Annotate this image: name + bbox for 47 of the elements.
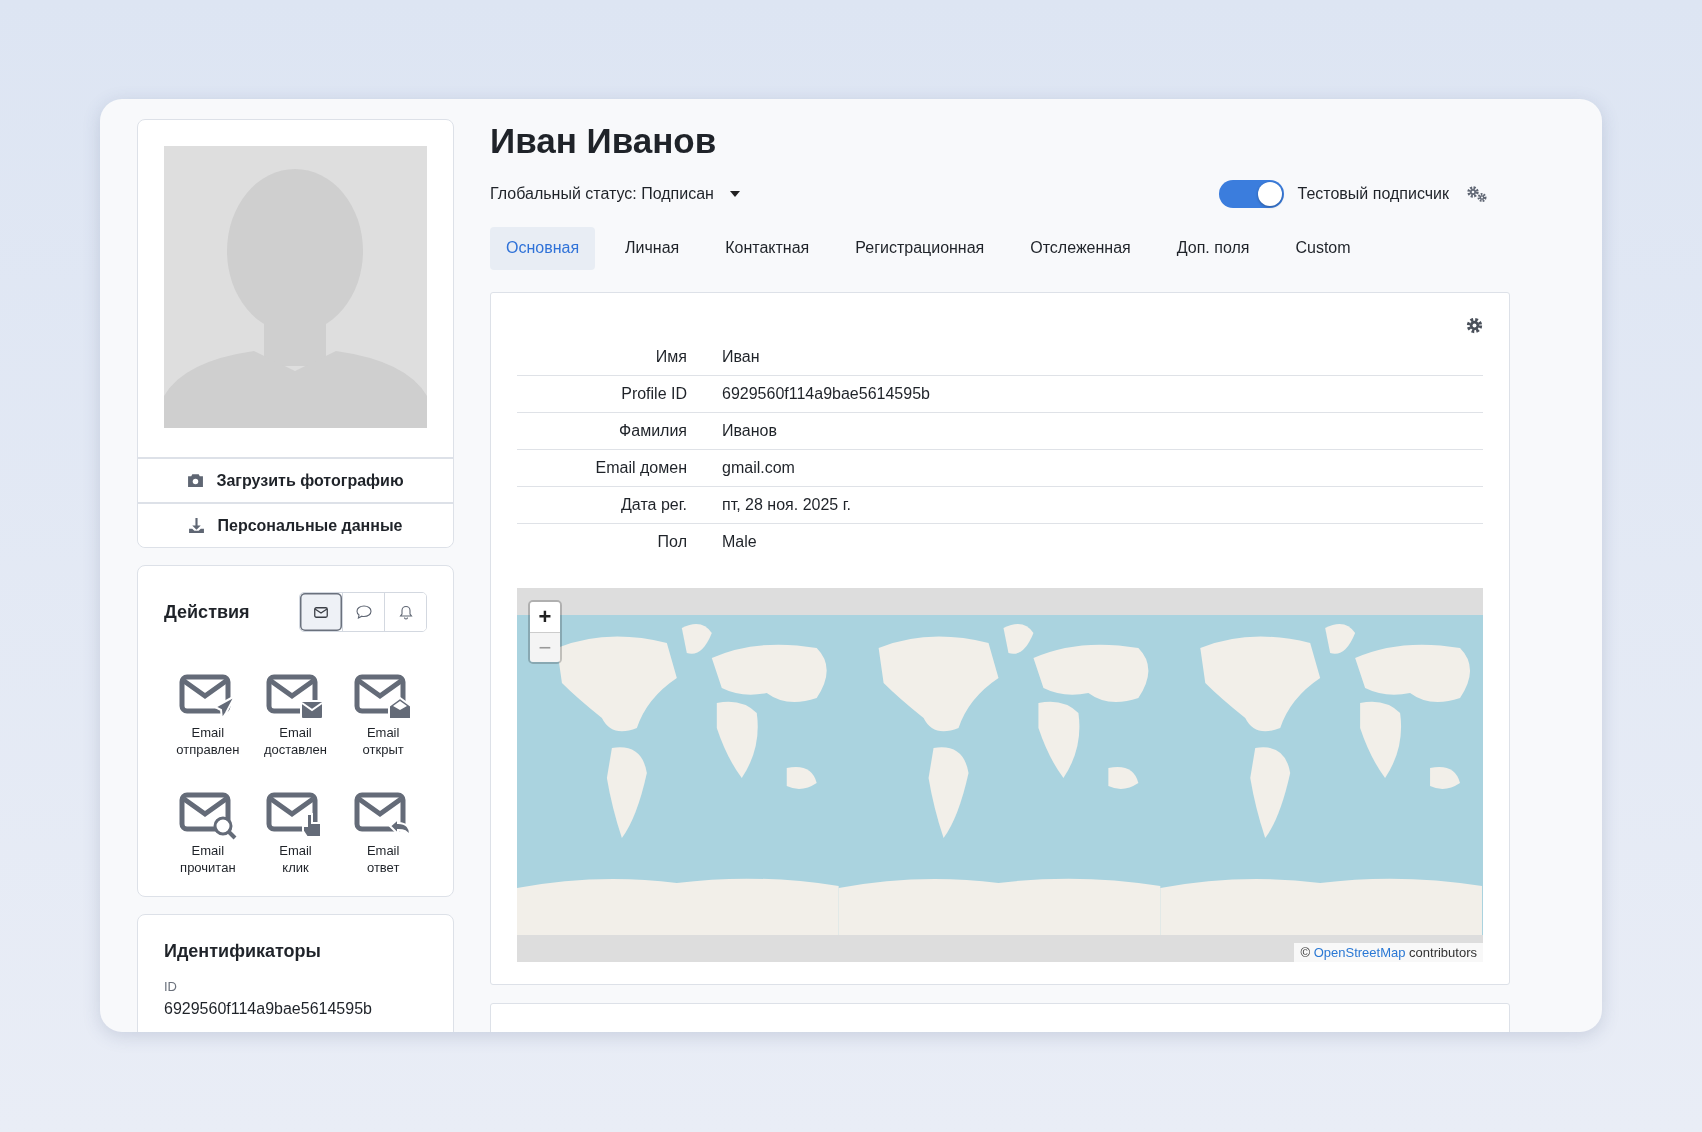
profile-name: Иван Иванов: [490, 120, 718, 162]
field-value: пт, 28 ноя. 2025 г.: [722, 496, 851, 514]
tab[interactable]: Доп. поля: [1160, 227, 1266, 270]
caret-icon: [729, 191, 740, 197]
tab[interactable]: Основная: [490, 227, 596, 270]
tab[interactable]: Отслеженная: [1014, 227, 1147, 270]
field-label: Пол: [656, 533, 687, 551]
action-label: Email ответ: [366, 842, 400, 876]
action-label: Email прочитан: [180, 842, 236, 876]
field-label: Имя: [654, 348, 687, 366]
field-value: Male: [722, 533, 757, 551]
field-value: Иван: [722, 348, 760, 366]
identifiers-title: Идентификаторы: [164, 941, 322, 962]
field-label: Email домен: [594, 459, 687, 477]
mail-icon: [314, 606, 328, 618]
test-subscriber-toggle[interactable]: [1218, 180, 1284, 208]
openstreetmap-link[interactable]: OpenStreetMap: [1313, 945, 1406, 960]
field-label: Дата рег.: [620, 496, 687, 514]
status-dropdown[interactable]: Глобальный статус: Подписан: [490, 185, 740, 203]
action-label: Email отправлен: [176, 724, 240, 758]
field-value: 6929560f114a9bae5614595b: [722, 385, 930, 403]
action-label: Email открыт: [362, 724, 404, 758]
download-data-button[interactable]: Персональные данные: [138, 502, 453, 547]
zoom-in-button[interactable]: +: [530, 602, 560, 632]
bell-icon: [398, 604, 413, 620]
map-attribution: © OpenStreetMap contributors: [1294, 943, 1483, 962]
tab[interactable]: Контактная: [709, 227, 826, 270]
field-label: Фамилия: [618, 422, 687, 440]
field-label: ID: [164, 979, 178, 994]
tab[interactable]: Личная: [609, 227, 696, 270]
action-label: Email доставлен: [264, 724, 327, 758]
tab[interactable]: Регистрационная: [839, 227, 1001, 270]
camera-icon: [187, 473, 205, 488]
chat-icon: [355, 605, 372, 619]
action-label: Email клик: [279, 842, 312, 876]
actions-title: Действия: [164, 601, 250, 623]
field-value: 6929560f114a9bae5614595b: [164, 1000, 373, 1018]
tab[interactable]: Custom: [1279, 227, 1367, 270]
field-value: Иванов: [722, 422, 777, 440]
settings-icon[interactable]: [1466, 185, 1488, 203]
filter-button[interactable]: [300, 593, 342, 631]
mail-search-icon[interactable]: [178, 792, 237, 840]
field-label: Profile ID: [620, 385, 687, 403]
field-value: gmail.com: [722, 459, 795, 477]
toggle-label: Тестовый подписчик: [1297, 185, 1449, 203]
settings-icon[interactable]: [1466, 317, 1483, 334]
download-icon: [188, 517, 206, 534]
